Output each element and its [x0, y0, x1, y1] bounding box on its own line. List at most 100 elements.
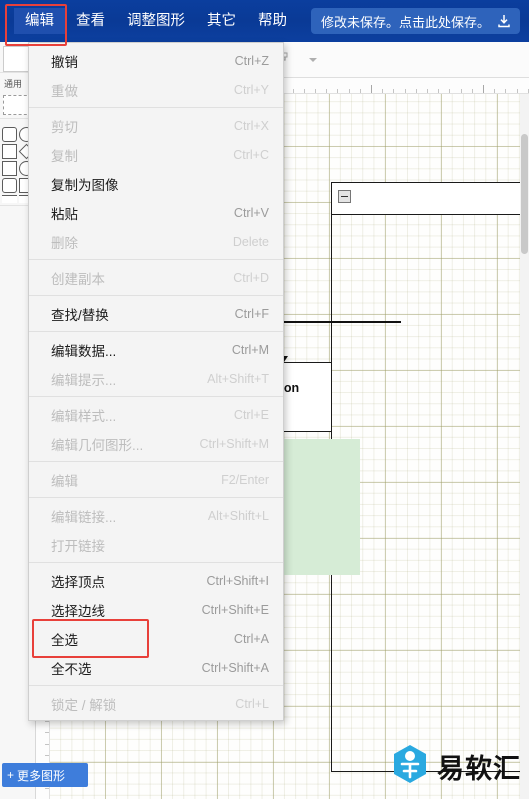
menu-item-select-all[interactable]: 全选 Ctrl+A — [29, 624, 283, 653]
menu-extras[interactable]: 其它 — [196, 8, 247, 35]
menu-item-edit-tooltip: 编辑提示... Alt+Shift+T — [29, 364, 283, 393]
chevron-down-icon-2[interactable] — [300, 47, 326, 73]
menu-separator — [29, 331, 283, 332]
menu-item-select-edges[interactable]: 选择边线 Ctrl+Shift+E — [29, 595, 283, 624]
menu-item-edit-geometry-shortcut: Ctrl+Shift+M — [199, 436, 269, 451]
pool-container[interactable] — [331, 182, 529, 772]
menu-item-edit-tooltip-shortcut: Alt+Shift+T — [207, 371, 269, 386]
ruler-tick — [45, 743, 49, 745]
menu-item-copy-as-image-label: 复制为图像 — [51, 177, 119, 193]
menu-item-select-edges-label: 选择边线 — [51, 603, 105, 619]
menu-edit[interactable]: 编辑 — [14, 7, 65, 35]
shape-card[interactable] — [2, 178, 17, 193]
collapse-icon[interactable] — [338, 190, 351, 203]
menu-item-lock-unlock-label: 锁定 / 解锁 — [51, 697, 117, 713]
menu-item-redo-label: 重做 — [51, 83, 78, 99]
ruler-tick — [45, 721, 49, 723]
ruler-tick — [427, 89, 428, 93]
menu-item-open-link: 打开链接 — [29, 530, 283, 559]
menu-separator — [29, 107, 283, 108]
ruler-tick — [45, 732, 49, 734]
watermark-text: 易软汇 — [437, 754, 521, 784]
menu-item-undo-shortcut: Ctrl+Z — [234, 53, 269, 68]
menu-item-edit-link: 编辑链接... Alt+Shift+L — [29, 501, 283, 530]
menu-item-find-replace-label: 查找/替换 — [51, 307, 109, 323]
ruler-tick — [415, 89, 417, 93]
menu-view[interactable]: 查看 — [65, 8, 116, 35]
ruler-tick — [359, 89, 361, 93]
menu-item-edit-tooltip-label: 编辑提示... — [51, 372, 117, 388]
menu-bar[interactable]: 编辑 查看 调整图形 其它 帮助 修改未保存。点击此处保存。 — [0, 0, 529, 42]
ruler-tick — [371, 85, 372, 93]
menu-item-undo-label: 撤销 — [51, 54, 78, 70]
menu-arrange[interactable]: 调整图形 — [116, 8, 196, 35]
ruler-tick — [337, 89, 339, 93]
ruler-tick — [292, 89, 294, 93]
more-shapes-label: 更多图形 — [17, 768, 66, 783]
menu-item-edit-data[interactable]: 编辑数据... Ctrl+M — [29, 335, 283, 364]
menu-item-find-replace-shortcut: Ctrl+F — [234, 306, 269, 321]
menu-separator — [29, 461, 283, 462]
watermark: 易软汇 — [392, 744, 521, 789]
menu-item-edit-link-shortcut: Alt+Shift+L — [207, 508, 269, 523]
menu-item-open-link-label: 打开链接 — [51, 538, 105, 554]
menu-item-edit-label: 编辑 — [51, 473, 78, 489]
ruler-tick — [326, 89, 328, 93]
menu-item-edit-geometry-label: 编辑几何图形... — [51, 437, 144, 453]
menu-item-paste-label: 粘贴 — [51, 206, 78, 222]
menu-item-clear-selection[interactable]: 全不选 Ctrl+Shift+A — [29, 653, 283, 682]
pool-header[interactable] — [332, 183, 529, 215]
menu-item-paste[interactable]: 粘贴 Ctrl+V — [29, 198, 283, 227]
menu-item-cut-label: 剪切 — [51, 119, 78, 135]
menu-separator — [29, 259, 283, 260]
menu-item-select-all-label: 全选 — [51, 632, 78, 648]
menu-item-select-vertices[interactable]: 选择顶点 Ctrl+Shift+I — [29, 566, 283, 595]
connector-horizontal[interactable] — [281, 321, 401, 323]
vertical-scrollbar[interactable] — [520, 94, 529, 799]
ruler-tick — [348, 89, 350, 93]
menu-item-edit-link-label: 编辑链接... — [51, 509, 117, 525]
menu-item-duplicate-shortcut: Ctrl+D — [233, 270, 269, 285]
menu-item-edit-data-label: 编辑数据... — [51, 343, 117, 359]
menu-item-cut-shortcut: Ctrl+X — [233, 118, 269, 133]
menu-item-select-all-shortcut: Ctrl+A — [233, 631, 269, 646]
ruler-tick — [315, 89, 316, 93]
menu-item-select-vertices-label: 选择顶点 — [51, 574, 105, 590]
menu-item-edit-data-shortcut: Ctrl+M — [231, 342, 269, 357]
ruler-tick — [404, 89, 406, 93]
menu-item-delete: 删除 Delete — [29, 227, 283, 256]
ruler-tick — [45, 788, 49, 790]
ruler-tick — [516, 89, 518, 93]
ruler-tick — [505, 89, 507, 93]
menu-item-undo[interactable]: 撤销 Ctrl+Z — [29, 46, 283, 75]
menu-help[interactable]: 帮助 — [247, 8, 298, 35]
menu-item-copy: 复制 Ctrl+C — [29, 140, 283, 169]
menu-item-copy-as-image[interactable]: 复制为图像 — [29, 169, 283, 198]
shape-rounded-rect[interactable] — [2, 127, 17, 142]
ruler-tick — [303, 89, 305, 93]
menu-separator — [29, 497, 283, 498]
scrollbar-thumb[interactable] — [521, 134, 528, 254]
app-root: 通用 + 更多图形 编辑 查看 调整图形 其它 帮助 修改未保存。点击此处保存。… — [0, 0, 529, 799]
menu-item-redo: 重做 Ctrl+Y — [29, 75, 283, 104]
ruler-tick — [45, 754, 49, 756]
ruler-tick — [449, 89, 451, 93]
menu-item-find-replace[interactable]: 查找/替换 Ctrl+F — [29, 299, 283, 328]
menu-item-paste-shortcut: Ctrl+V — [233, 205, 269, 220]
shape-line[interactable] — [2, 195, 17, 203]
menu-item-edit-shortcut: F2/Enter — [221, 472, 269, 487]
more-shapes-button[interactable]: + 更多图形 — [2, 763, 88, 787]
shape-rect[interactable] — [2, 144, 17, 159]
ruler-tick — [393, 89, 395, 93]
menu-item-edit-style: 编辑样式... Ctrl+E — [29, 400, 283, 429]
ruler-tick — [438, 89, 440, 93]
unsaved-changes-button[interactable]: 修改未保存。点击此处保存。 — [311, 8, 521, 34]
menu-item-duplicate: 创建副本 Ctrl+D — [29, 263, 283, 292]
edit-dropdown-menu[interactable]: 撤销 Ctrl+Z 重做 Ctrl+Y 剪切 Ctrl+X 复制 Ctrl+C 复制为图像粘贴 C… — [28, 42, 284, 721]
menu-item-duplicate-label: 创建副本 — [51, 271, 105, 287]
plus-icon: + — [7, 768, 15, 782]
menu-item-select-vertices-shortcut: Ctrl+Shift+I — [206, 573, 269, 588]
ruler-tick — [471, 89, 473, 93]
shape-process[interactable] — [2, 161, 17, 176]
menu-item-delete-label: 删除 — [51, 235, 78, 251]
